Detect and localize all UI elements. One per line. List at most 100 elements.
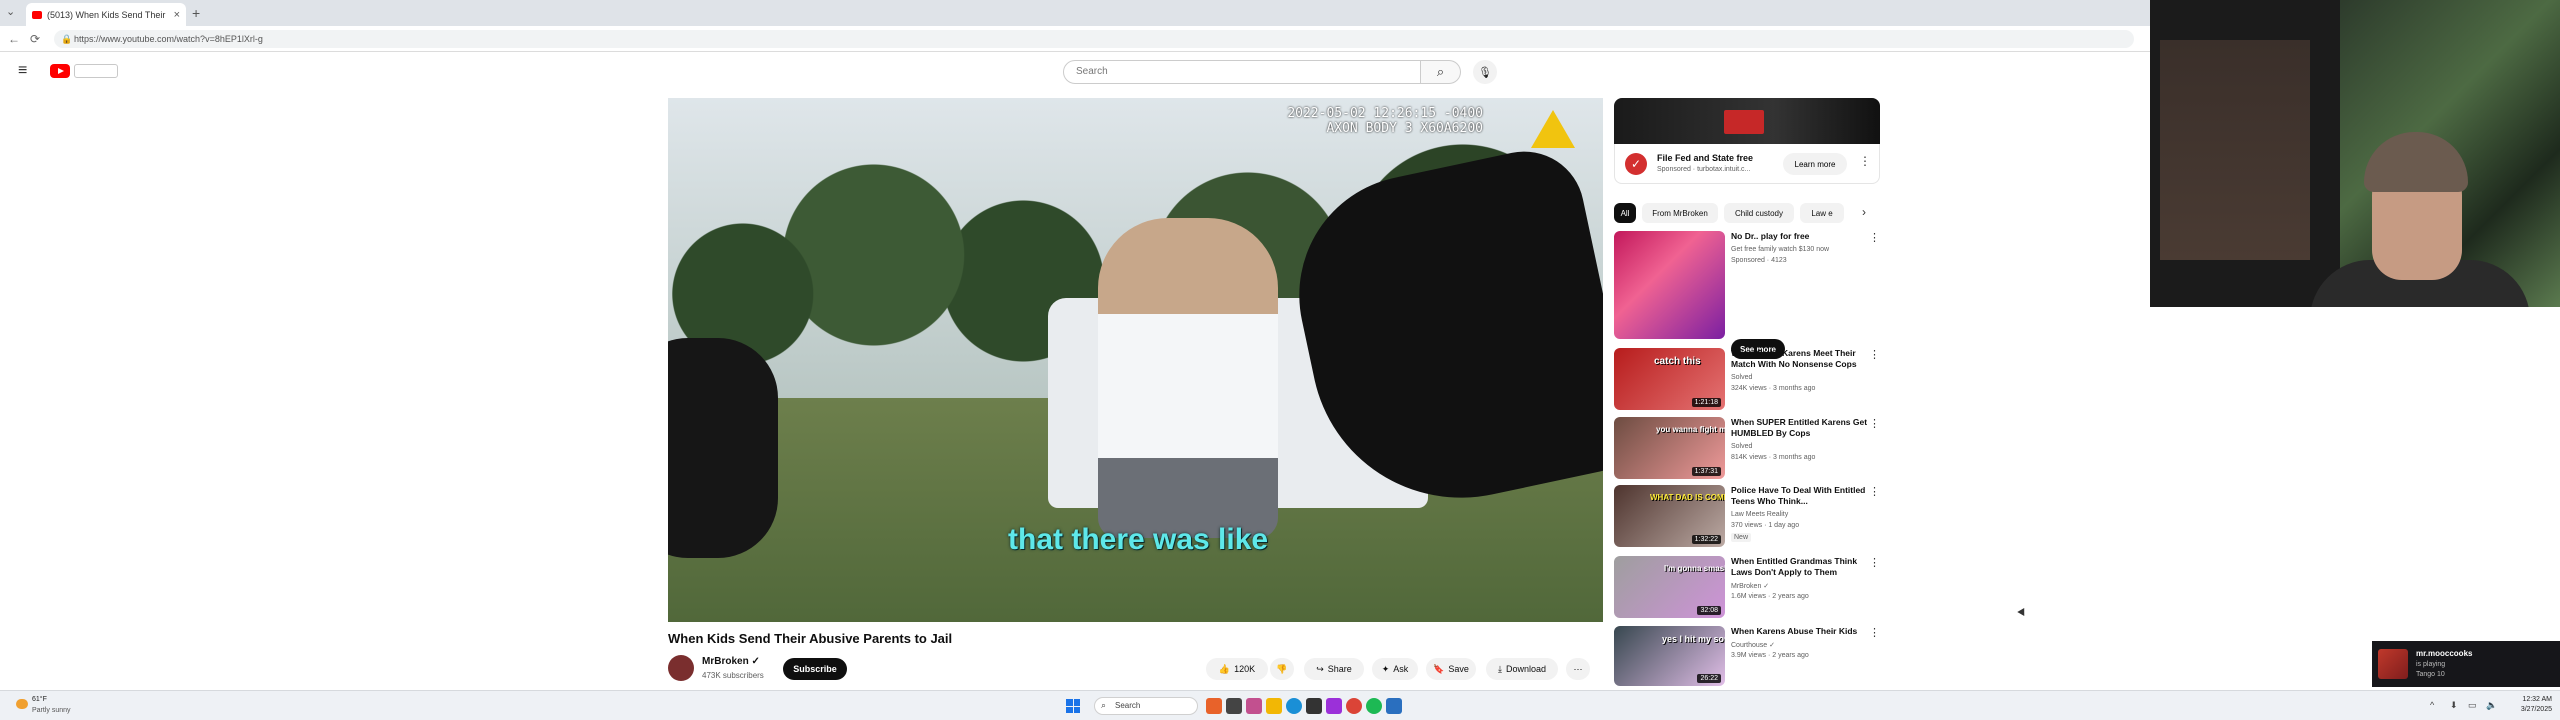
taskbar-app-icon[interactable] (1386, 698, 1402, 714)
weather-icon[interactable] (16, 699, 28, 709)
save-button[interactable]: 🔖 Save (1426, 658, 1476, 680)
chip-law[interactable]: Law e (1800, 203, 1844, 223)
rec-title[interactable]: When Entitled Grandmas Think Laws Don't … (1731, 556, 1871, 578)
rec-channel[interactable]: Solved (1731, 443, 1752, 450)
more-vert-icon[interactable]: ⋮ (1869, 485, 1880, 498)
webcam-shelf (2160, 40, 2310, 260)
weather-desc[interactable]: Partly sunny (32, 707, 71, 714)
volume-icon[interactable]: 🔈 (2486, 700, 2497, 711)
list-item[interactable]: you wanna fight me? 1:37:31 When SUPER E… (1614, 417, 1880, 483)
video-person (1098, 218, 1278, 538)
taskbar-search[interactable]: ⌕ Search (1094, 697, 1198, 715)
start-tile (1066, 699, 1073, 706)
video-thumbnail[interactable] (1614, 231, 1725, 339)
channel-name[interactable]: MrBroken ✓ (702, 656, 760, 667)
spotify-icon[interactable] (1366, 698, 1382, 714)
browser-tab-active[interactable]: (5013) When Kids Send Their × (26, 3, 186, 26)
tray-app-icon[interactable]: ⬇ (2450, 700, 2458, 711)
learn-more-button[interactable]: Learn more (1783, 153, 1847, 175)
list-item[interactable]: yes I hit my son 26:22 When Karens Abuse… (1614, 626, 1880, 688)
rec-title[interactable]: When Crazy Karens Meet Their Match With … (1731, 348, 1871, 370)
thumb-text: I'm gonna smash you (1664, 564, 1725, 573)
list-item[interactable]: I'm gonna smash you 32:08 When Entitled … (1614, 556, 1880, 622)
weather-temp[interactable]: 61°F (32, 696, 47, 703)
dislike-button[interactable]: 👎 (1270, 658, 1294, 680)
taskbar-app-icon[interactable] (1246, 698, 1262, 714)
tray-chevron-icon[interactable]: ^ (2430, 700, 2434, 710)
more-vert-icon[interactable]: ⋮ (1869, 231, 1880, 244)
more-actions-button[interactable]: ⋯ (1566, 658, 1590, 680)
rec-title[interactable]: No Dr.. play for free (1731, 231, 1871, 242)
video-thumbnail[interactable]: WHAT DAD IS COMING? 1:32:22 (1614, 485, 1725, 547)
youtube-logo-icon[interactable] (50, 64, 70, 78)
more-vert-icon[interactable]: ⋮ (1869, 417, 1880, 430)
ask-button[interactable]: ✦ Ask (1372, 658, 1418, 680)
search-input[interactable]: Search (1063, 60, 1421, 84)
rec-channel[interactable]: Courthouse ✓ (1731, 641, 1775, 649)
video-thumbnail[interactable]: I'm gonna smash you 32:08 (1614, 556, 1725, 618)
search-button[interactable]: ⌕ (1421, 60, 1461, 84)
rec-title[interactable]: When SUPER Entitled Karens Get HUMBLED B… (1731, 417, 1871, 439)
ad-more-icon[interactable]: ⋮ (1859, 154, 1871, 168)
ad-banner-image[interactable] (1614, 98, 1880, 144)
file-explorer-icon[interactable] (1266, 698, 1282, 714)
edge-icon[interactable] (1286, 698, 1302, 714)
save-label: Save (1448, 664, 1469, 674)
ad-card[interactable]: ✓ File Fed and State free Sponsored · tu… (1614, 144, 1880, 184)
chip-from-mrbroken[interactable]: From MrBroken (1642, 203, 1718, 223)
channel-avatar[interactable] (668, 655, 694, 681)
chip-all[interactable]: All (1614, 203, 1636, 223)
more-vert-icon[interactable]: ⋮ (1869, 626, 1880, 639)
video-thumbnail[interactable]: you wanna fight me? 1:37:31 (1614, 417, 1725, 479)
video-thumbnail[interactable]: catch this 1:21:18 (1614, 348, 1725, 410)
subscribe-button[interactable]: Subscribe (783, 658, 847, 680)
start-tile (1073, 706, 1080, 713)
chrome-icon[interactable] (1346, 698, 1362, 714)
browser-address-bar: ← ⟳ 🔒 https://www.youtube.com/watch?v=8h… (0, 26, 2150, 52)
more-vert-icon[interactable]: ⋮ (1869, 348, 1880, 361)
list-item[interactable]: catch this 1:21:18 When Crazy Karens Mee… (1614, 348, 1880, 414)
taskbar-app-icon[interactable] (1206, 698, 1222, 714)
new-tab-button[interactable]: + (192, 5, 200, 21)
ask-label: Ask (1393, 664, 1409, 674)
video-player[interactable]: 2022-05-02 12:26:15 -0400 AXON BODY 3 X6… (668, 98, 1603, 622)
rec-title[interactable]: When Karens Abuse Their Kids (1731, 626, 1871, 637)
lock-icon: 🔒 (61, 34, 73, 44)
clock-date[interactable]: 3/27/2025 (2506, 706, 2552, 713)
wifi-icon[interactable]: ▭ (2468, 700, 2477, 711)
start-button[interactable] (1066, 699, 1080, 713)
subscriber-count: 473K subscribers (702, 671, 764, 680)
voice-search-button[interactable]: 🎙 (1473, 60, 1497, 84)
chevron-right-icon[interactable]: › (1862, 205, 1866, 219)
back-icon[interactable]: ← (8, 32, 20, 46)
list-item[interactable]: No Dr.. play for free Get free family wa… (1614, 231, 1880, 359)
thumbs-down-icon: 👎 (1276, 663, 1288, 674)
youtube-doodle-logo[interactable] (74, 64, 118, 78)
task-view-icon[interactable] (1226, 698, 1242, 714)
share-button[interactable]: ↪ Share (1304, 658, 1364, 680)
taskbar-search-label: Search (1115, 701, 1141, 710)
rec-channel[interactable]: Law Meets Reality (1731, 511, 1788, 518)
list-item[interactable]: WHAT DAD IS COMING? 1:32:22 Police Have … (1614, 485, 1880, 551)
rec-channel[interactable]: Solved (1731, 374, 1752, 381)
menu-icon[interactable]: ≡ (18, 62, 27, 80)
download-button[interactable]: ⤓ Download (1486, 658, 1558, 680)
url-field[interactable]: 🔒 https://www.youtube.com/watch?v=8hEP1l… (54, 30, 2134, 48)
tab-close-icon[interactable]: × (174, 9, 180, 21)
rec-channel[interactable]: MrBroken ✓ (1731, 582, 1769, 590)
like-button[interactable]: 👍 120K (1206, 658, 1268, 680)
clock-time[interactable]: 12:32 AM (2506, 696, 2552, 703)
video-thumbnail[interactable]: yes I hit my son 26:22 (1614, 626, 1725, 686)
chip-child-custody[interactable]: Child custody (1724, 203, 1794, 223)
ad-sponsor: Sponsored · turbotax.intuit.c... (1657, 166, 1751, 173)
twitch-icon[interactable] (1326, 698, 1342, 714)
rec-title[interactable]: Police Have To Deal With Entitled Teens … (1731, 485, 1871, 507)
taskbar-app-icon[interactable] (1306, 698, 1322, 714)
mic-icon: 🎙 (1478, 66, 1492, 79)
duration-badge: 1:37:31 (1691, 467, 1721, 476)
reload-icon[interactable]: ⟳ (30, 32, 40, 46)
tab-menu-button[interactable]: ⌄ (6, 5, 15, 18)
new-badge: New (1731, 533, 1752, 542)
more-vert-icon[interactable]: ⋮ (1869, 556, 1880, 569)
browser-tab-bar: ⌄ (5013) When Kids Send Their × + (0, 0, 2150, 26)
